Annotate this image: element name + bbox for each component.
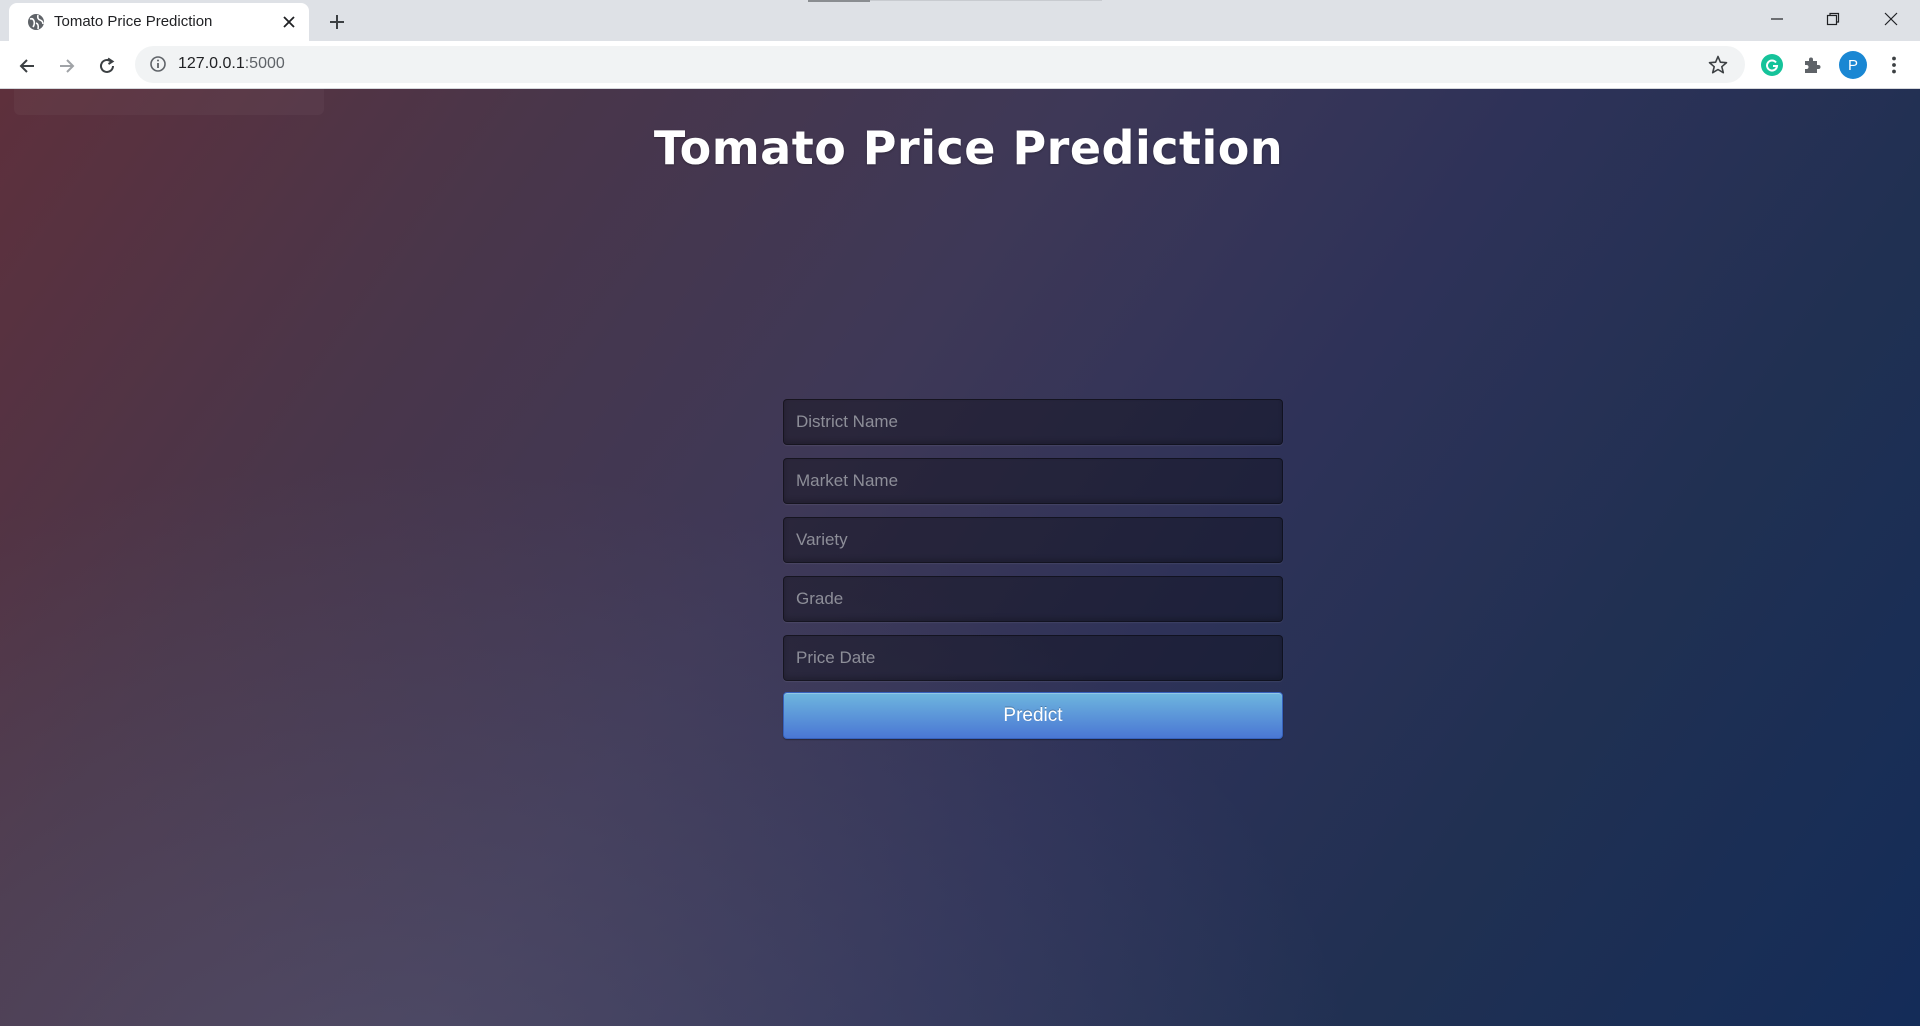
page-title: Tomato Price Prediction	[653, 121, 1284, 175]
profile-avatar[interactable]: P	[1839, 51, 1867, 79]
variety-input[interactable]	[783, 517, 1283, 563]
kebab-menu-icon[interactable]	[1880, 51, 1908, 79]
page-viewport: Tomato Price Prediction Predict	[0, 89, 1920, 1026]
tab-title: Tomato Price Prediction	[54, 13, 213, 30]
forward-arrow-icon[interactable]	[53, 52, 81, 80]
plus-icon[interactable]	[325, 10, 349, 34]
reload-icon[interactable]	[93, 52, 121, 80]
url-host: 127.0.0.1	[178, 55, 245, 72]
browser-toolbar: 127.0.0.1:5000 P	[0, 41, 1920, 89]
close-icon[interactable]	[1871, 4, 1911, 34]
district-name-input[interactable]	[783, 399, 1283, 445]
restore-icon[interactable]	[1813, 4, 1853, 34]
tabstrip-drag-marker	[808, 0, 870, 2]
predict-button[interactable]: Predict	[783, 692, 1283, 739]
market-name-input[interactable]	[783, 458, 1283, 504]
url-port: :5000	[244, 55, 285, 72]
address-bar[interactable]: 127.0.0.1:5000	[135, 46, 1745, 83]
grade-input[interactable]	[783, 576, 1283, 622]
tabstrip-drag-marker-faint	[870, 0, 1102, 1]
grammarly-badge	[1761, 54, 1783, 76]
prediction-form: Predict	[783, 399, 1283, 739]
address-url[interactable]: 127.0.0.1:5000	[178, 55, 285, 73]
close-icon[interactable]	[279, 12, 299, 32]
back-arrow-icon[interactable]	[13, 52, 41, 80]
browser-tabstrip: Tomato Price Prediction	[0, 0, 1920, 41]
grammarly-extension-icon[interactable]	[1758, 51, 1786, 79]
avatar: P	[1839, 51, 1867, 79]
globe-icon	[26, 12, 46, 32]
price-date-input[interactable]	[783, 635, 1283, 681]
info-icon[interactable]	[149, 55, 167, 73]
star-icon[interactable]	[1707, 54, 1729, 76]
minimize-icon[interactable]	[1757, 4, 1797, 34]
browser-tab-active[interactable]: Tomato Price Prediction	[9, 3, 309, 41]
faded-overlay-panel	[14, 89, 324, 115]
puzzle-icon[interactable]	[1798, 51, 1826, 79]
